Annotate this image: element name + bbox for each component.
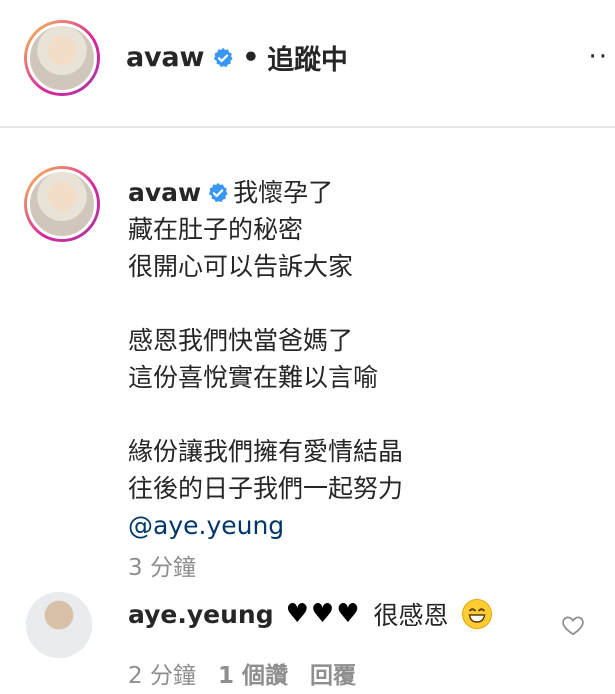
caption-timestamp[interactable]: 3 分鐘 [128,548,196,582]
separator-dot: • [242,42,260,73]
caption-line: 藏在肚子的秘密 [128,215,304,244]
likes-count-button[interactable]: 1 個讚 [218,656,288,690]
caption-username[interactable]: avaw [128,178,201,207]
caption-line: 緣份讓我們擁有愛情結晶 [128,437,404,466]
avatar-image [27,169,97,239]
reply-username[interactable]: aye.yeung [128,600,274,629]
avatar-image [26,592,92,658]
caption-avatar[interactable] [24,166,100,242]
caption-line: 很開心可以告訴大家 [128,252,354,281]
heart-like-icon[interactable] [560,612,586,638]
caption-body: avaw 我懷孕了 藏在肚子的秘密 很開心可以告訴大家 感恩我們快當爸媽了 這份喜… [128,174,403,544]
mention-link[interactable]: @aye.yeung [128,511,284,540]
reply-comment: aye.yeung ♥♥♥ 很感恩 2 分鐘 1 個讚 回覆 [0,584,615,694]
verified-badge-icon [208,182,228,203]
caption-line: 往後的日子我們一起努力 [128,474,404,503]
reply-button[interactable]: 回覆 [310,656,356,690]
reply-meta: 2 分鐘 1 個讚 回覆 [128,656,356,690]
reply-avatar[interactable] [26,592,92,658]
reply-body: aye.yeung ♥♥♥ 很感恩 [128,596,493,632]
caption-line: 我懷孕了 [233,178,334,207]
post-header: avaw • 追蹤中 ·· [0,0,615,128]
hearts-text: ♥♥♥ [285,599,362,629]
grinning-face-icon [461,599,492,629]
caption-line: 這份喜悅實在難以言喻 [128,363,379,392]
caption-line: 感恩我們快當爸媽了 [128,326,354,355]
more-options-icon[interactable]: ·· [588,42,609,72]
header-avatar[interactable] [24,20,100,96]
follow-status-button[interactable]: 追蹤中 [267,38,348,77]
verified-badge-icon [213,47,233,67]
reply-text: 很感恩 [373,601,449,630]
header-user-row: avaw • 追蹤中 [126,38,348,77]
avatar-image [27,23,97,93]
header-username[interactable]: avaw [126,42,204,73]
reply-timestamp[interactable]: 2 分鐘 [128,656,196,690]
